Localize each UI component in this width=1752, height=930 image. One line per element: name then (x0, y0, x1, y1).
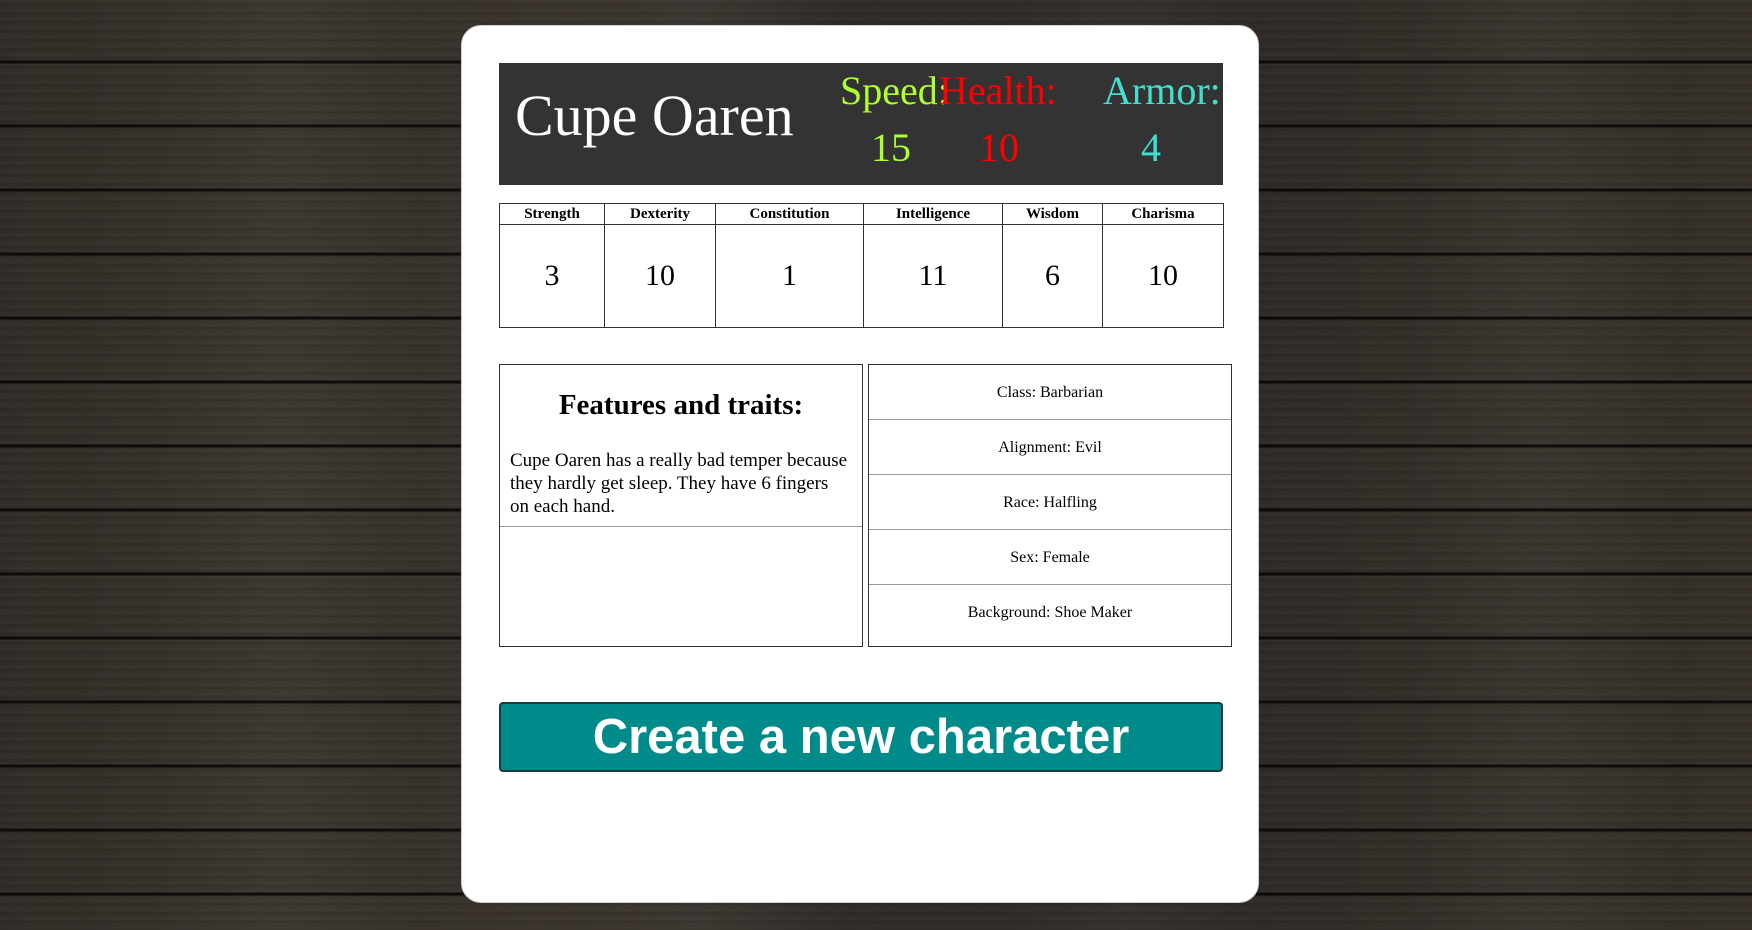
ability-value-intelligence: 11 (863, 224, 1003, 328)
detail-class: Class: Barbarian (869, 365, 1231, 420)
ability-header-strength: Strength (499, 203, 605, 225)
ability-value-dexterity: 10 (604, 224, 716, 328)
create-character-button[interactable]: Create a new character (499, 702, 1223, 772)
features-divider (500, 526, 862, 527)
ability-header-constitution: Constitution (715, 203, 864, 225)
features-panel: Features and traits: Cupe Oaren has a re… (499, 364, 863, 647)
ability-header-wisdom: Wisdom (1002, 203, 1103, 225)
character-details-panel: Class: Barbarian Alignment: Evil Race: H… (868, 364, 1232, 647)
ability-value-strength: 3 (499, 224, 605, 328)
armor-value: 4 (1141, 125, 1161, 170)
ability-value-row: 3 10 1 11 6 10 (499, 224, 1224, 328)
detail-sex: Sex: Female (869, 530, 1231, 585)
health-label: Health: (939, 68, 1057, 113)
ability-value-wisdom: 6 (1002, 224, 1103, 328)
ability-value-charisma: 10 (1102, 224, 1224, 328)
detail-alignment: Alignment: Evil (869, 420, 1231, 475)
character-sheet-card: Cupe Oaren Speed: Health: Armor: 15 10 4… (461, 25, 1259, 903)
detail-background: Background: Shoe Maker (967, 604, 1133, 621)
ability-scores-table: Strength Dexterity Constitution Intellig… (499, 203, 1224, 328)
ability-header-intelligence: Intelligence (863, 203, 1003, 225)
features-title: Features and traits: (558, 389, 804, 421)
ability-value-constitution: 1 (715, 224, 864, 328)
speed-value: 15 (871, 125, 911, 170)
ability-header-row: Strength Dexterity Constitution Intellig… (499, 203, 1224, 225)
detail-race: Race: Halfling (869, 475, 1231, 530)
ability-header-charisma: Charisma (1102, 203, 1224, 225)
character-header: Cupe Oaren Speed: Health: Armor: 15 10 4 (499, 63, 1223, 185)
health-value: 10 (979, 125, 1019, 170)
character-name: Cupe Oaren (515, 83, 794, 148)
speed-label: Speed: (840, 68, 949, 113)
features-text: Cupe Oaren has a really bad temper becau… (510, 450, 848, 517)
ability-header-dexterity: Dexterity (604, 203, 716, 225)
armor-label: Armor: (1103, 68, 1221, 113)
